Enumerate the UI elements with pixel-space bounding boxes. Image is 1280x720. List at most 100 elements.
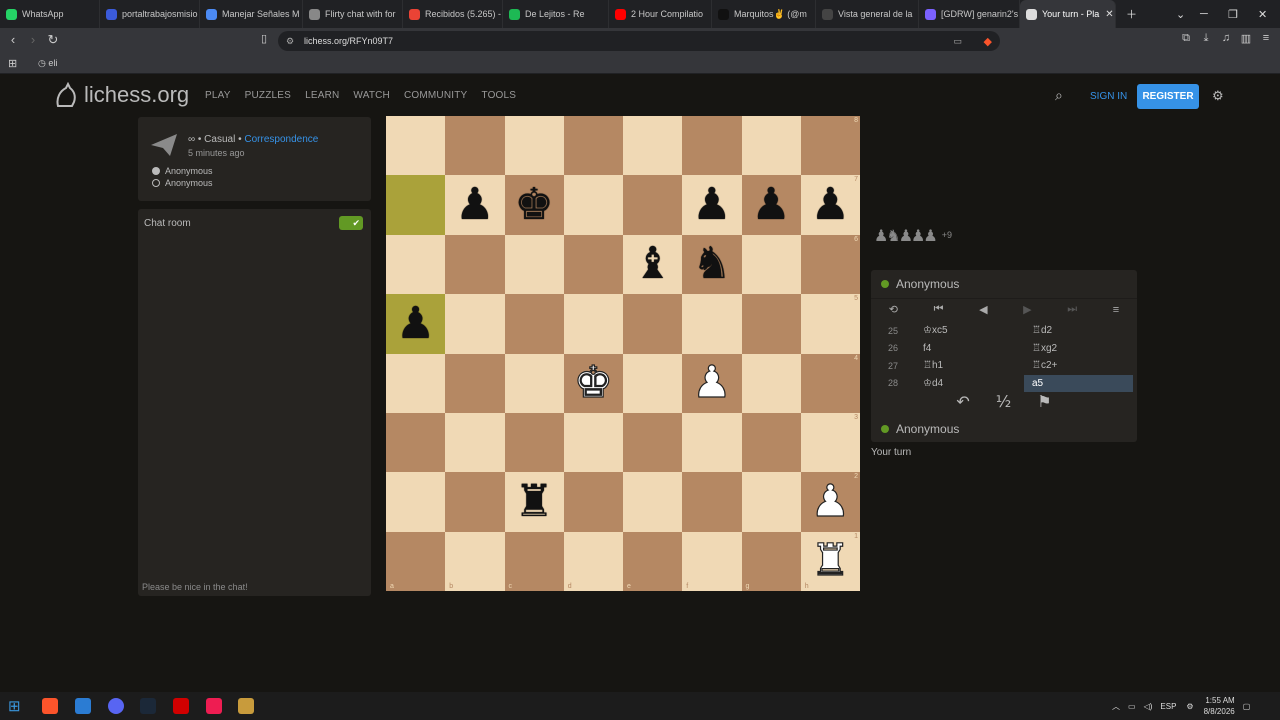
maximize-button[interactable]: ❐ [1228,0,1238,28]
offer-draw-icon[interactable]: ½ [996,392,1012,414]
app-taskbar-icon-2[interactable] [173,698,189,714]
discord-taskbar-icon[interactable] [108,698,124,714]
square-b2[interactable] [445,472,505,532]
player-white[interactable]: Anonymous [152,166,213,176]
minimize-button[interactable]: ─ [1200,0,1208,28]
media-icon[interactable]: ♫ [1216,32,1236,44]
square-b7[interactable]: ♟ [445,175,505,235]
square-b6[interactable] [445,234,505,295]
square-e1[interactable]: e [623,531,683,591]
square-a6[interactable] [386,234,446,295]
square-f5[interactable] [682,294,742,354]
square-h7[interactable]: ♟ 7 [800,175,860,235]
square-g3[interactable] [741,412,801,473]
browser-tab[interactable]: Recibidos (5.265) - [403,0,503,28]
extensions-icon[interactable]: ⧉ [1176,32,1196,45]
square-b1[interactable]: b [445,531,505,591]
site-logo[interactable]: lichess.org [52,82,189,108]
menu-icon-moves[interactable]: ≡ [1113,304,1119,316]
browser-tab[interactable]: portaltrabajosmisio [100,0,200,28]
square-c2[interactable]: ♜ [504,472,564,532]
square-b5[interactable] [445,294,505,354]
square-d8[interactable] [563,116,623,176]
square-g8[interactable] [741,116,801,176]
square-g6[interactable] [741,234,801,295]
black-pawn-icon[interactable]: ♟ [455,183,494,227]
browser-tab[interactable]: WhatsApp [0,0,100,28]
square-c5[interactable] [504,294,564,354]
square-c3[interactable] [504,412,564,473]
black-move[interactable]: a5 [1024,374,1133,392]
browser-tab[interactable]: Manejar Señales M [200,0,303,28]
first-move-icon[interactable]: ⏮ [934,303,944,316]
takeback-icon[interactable]: ↶ [956,392,969,414]
square-b3[interactable] [445,412,505,473]
white-pawn-icon[interactable]: ♟ [810,479,851,524]
square-c1[interactable]: c [504,531,564,591]
black-knight-icon[interactable]: ♞ [692,242,731,286]
settings-gear-icon[interactable]: ⚙ [1212,88,1224,104]
square-d5[interactable] [563,294,623,354]
square-e2[interactable] [623,472,683,532]
square-f2[interactable] [682,472,742,532]
white-king-icon[interactable]: ♚ [573,360,614,405]
brave-shield-icon[interactable]: ◆ [984,35,992,48]
tray-settings-icon[interactable]: ⚙ [1186,702,1193,711]
new-tab-button[interactable]: ＋ [1126,0,1137,28]
browser-tab[interactable]: Marquitos✌ (@m [712,0,816,28]
square-b8[interactable] [445,116,505,176]
search-icon[interactable]: ⌕ [1055,87,1063,104]
white-move[interactable]: ♖h1 [915,357,1024,375]
square-f6[interactable]: ♞ [682,234,742,295]
square-e4[interactable] [623,353,683,413]
square-e5[interactable] [623,294,683,354]
square-c7[interactable]: ♚ [504,175,564,235]
chat-toggle[interactable]: ✔ [339,216,363,230]
bookmark-icon[interactable]: ▯ [254,32,274,45]
square-a5[interactable]: ♟ [386,294,446,354]
black-pawn-icon[interactable]: ♟ [692,183,731,227]
square-g1[interactable]: g [741,531,801,591]
nav-tools[interactable]: TOOLS [481,90,516,101]
square-a3[interactable] [386,412,446,473]
browser-tab[interactable]: [GDRW] genarin2's [919,0,1020,28]
notification-icon[interactable]: ▢ [1243,702,1251,711]
back-icon[interactable]: ‹ [3,32,23,47]
square-g7[interactable]: ♟ [741,175,801,235]
white-move[interactable]: ♔d4 [915,375,1024,393]
download-icon[interactable]: ⤓ [1196,32,1216,45]
black-rook-icon[interactable]: ♜ [514,479,553,524]
square-f7[interactable]: ♟ [682,175,742,235]
tray-volume-icon[interactable]: ◁) [1144,702,1153,711]
square-a4[interactable] [386,353,446,413]
black-bishop-icon[interactable]: ♝ [633,242,672,286]
tab-search-icon[interactable]: ⌄ [1176,0,1185,28]
tiktok-taskbar-icon[interactable] [206,698,222,714]
prev-move-icon[interactable]: ◀ [979,303,987,316]
nav-puzzles[interactable]: PUZZLES [245,90,291,101]
sign-in-link[interactable]: SIGN IN [1090,91,1127,102]
black-king-icon[interactable]: ♚ [514,183,553,227]
bookmark-eli[interactable]: ◷ eli [38,58,57,69]
white-pawn-icon[interactable]: ♟ [692,360,733,405]
square-b4[interactable] [445,353,505,413]
brave-taskbar-icon[interactable] [42,698,58,714]
square-h3[interactable]: 3 [800,412,860,473]
last-move-icon[interactable]: ⏭ [1067,303,1077,316]
black-pawn-icon[interactable]: ♟ [811,183,850,227]
square-e8[interactable] [623,116,683,176]
white-move[interactable]: ♔xc5 [915,322,1024,340]
square-c6[interactable] [504,234,564,295]
tray-clock[interactable]: 1:55 AM 8/8/2026 [1204,695,1235,717]
square-h5[interactable]: 5 [800,294,860,354]
square-d7[interactable] [563,175,623,235]
resign-flag-icon[interactable]: ⚑ [1037,392,1051,414]
square-d6[interactable] [563,234,623,295]
browser-tab[interactable]: 2 Hour Compilatio [609,0,712,28]
chess-board[interactable]: 8 ♟ ♚ ♟ ♟ ♟ 7 ♝ ♞ 6 ♟ 5 ♚ ♟ 4 3 ♜ ♟ 2 a b c d e f g ♜ 1 h [386,116,860,591]
address-bar[interactable]: ⚙ lichess.org/RFYn09T7 ▭ ◆ [278,31,1000,51]
correspondence-link[interactable]: Correspondence [244,134,318,145]
black-move[interactable]: ♖d2 [1024,322,1133,340]
square-h4[interactable]: 4 [800,353,860,413]
square-d4[interactable]: ♚ [563,353,623,413]
